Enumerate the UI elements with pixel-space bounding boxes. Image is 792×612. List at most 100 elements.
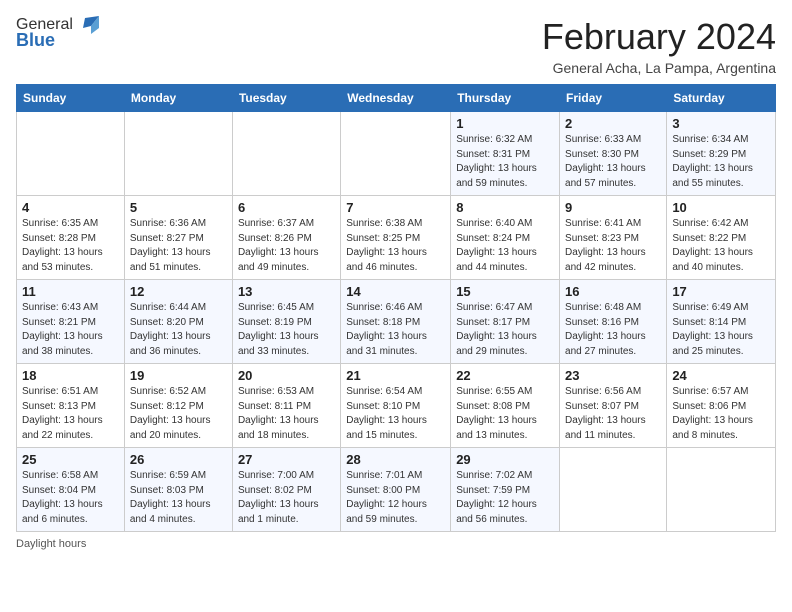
week-row-4: 18 Sunrise: 6:51 AM Sunset: 8:13 PM Dayli… (17, 364, 776, 448)
day-number: 2 (565, 116, 661, 131)
day-number: 15 (456, 284, 554, 299)
logo: General Blue (16, 16, 99, 51)
day-info: Sunrise: 6:34 AM Sunset: 8:29 PM Dayligh… (672, 133, 770, 191)
day-info: Sunrise: 6:45 AM Sunset: 8:19 PM Dayligh… (238, 301, 335, 359)
day-cell: 26 Sunrise: 6:59 AM Sunset: 8:03 PM Dayli… (124, 448, 232, 532)
day-cell: 17Sunrise: 6:49 AM Sunset: 8:14 PM Dayli… (667, 280, 776, 364)
day-info: Sunrise: 7:02 AM Sunset: 7:59 PM Dayligh… (456, 469, 554, 527)
day-info: Sunrise: 6:47 AM Sunset: 8:17 PM Dayligh… (456, 301, 554, 359)
day-info: Sunrise: 6:54 AM Sunset: 8:10 PM Dayligh… (346, 385, 445, 443)
week-row-5: 25Sunrise: 6:58 AM Sunset: 8:04 PM Dayli… (17, 448, 776, 532)
day-cell: 13Sunrise: 6:45 AM Sunset: 8:19 PM Dayli… (232, 280, 340, 364)
col-header-sunday: Sunday (17, 85, 125, 112)
day-number: 1 (456, 116, 554, 131)
day-cell: 22 Sunrise: 6:55 AM Sunset: 8:08 PM Dayli… (451, 364, 560, 448)
day-number: 19 (130, 368, 227, 383)
week-row-3: 11 Sunrise: 6:43 AM Sunset: 8:21 PM Dayli… (17, 280, 776, 364)
day-cell: 28Sunrise: 7:01 AM Sunset: 8:00 PM Dayli… (341, 448, 451, 532)
header-row: SundayMondayTuesdayWednesdayThursdayFrid… (17, 85, 776, 112)
day-info: Sunrise: 6:43 AM Sunset: 8:21 PM Dayligh… (22, 301, 119, 359)
day-number: 21 (346, 368, 445, 383)
day-number: 4 (22, 200, 119, 215)
day-cell: 1 Sunrise: 6:32 AM Sunset: 8:31 PM Daylig… (451, 112, 560, 196)
col-header-monday: Monday (124, 85, 232, 112)
day-number: 20 (238, 368, 335, 383)
day-info: Sunrise: 6:38 AM Sunset: 8:25 PM Dayligh… (346, 217, 445, 275)
week-row-1: 1 Sunrise: 6:32 AM Sunset: 8:31 PM Daylig… (17, 112, 776, 196)
day-cell: 19 Sunrise: 6:52 AM Sunset: 8:12 PM Dayli… (124, 364, 232, 448)
day-number: 23 (565, 368, 661, 383)
day-cell: 11 Sunrise: 6:43 AM Sunset: 8:21 PM Dayli… (17, 280, 125, 364)
daylight-label: Daylight hours (16, 538, 86, 550)
day-cell (232, 112, 340, 196)
day-info: Sunrise: 6:32 AM Sunset: 8:31 PM Dayligh… (456, 133, 554, 191)
day-cell: 4 Sunrise: 6:35 AM Sunset: 8:28 PM Daylig… (17, 196, 125, 280)
location-title: General Acha, La Pampa, Argentina (542, 60, 776, 76)
day-number: 14 (346, 284, 445, 299)
day-info: Sunrise: 6:40 AM Sunset: 8:24 PM Dayligh… (456, 217, 554, 275)
day-number: 8 (456, 200, 554, 215)
day-number: 18 (22, 368, 119, 383)
day-cell: 20 Sunrise: 6:53 AM Sunset: 8:11 PM Dayli… (232, 364, 340, 448)
day-info: Sunrise: 6:51 AM Sunset: 8:13 PM Dayligh… (22, 385, 119, 443)
day-cell: 16 Sunrise: 6:48 AM Sunset: 8:16 PM Dayli… (560, 280, 667, 364)
col-header-wednesday: Wednesday (341, 85, 451, 112)
day-cell: 24 Sunrise: 6:57 AM Sunset: 8:06 PM Dayli… (667, 364, 776, 448)
day-cell: 3 Sunrise: 6:34 AM Sunset: 8:29 PM Daylig… (667, 112, 776, 196)
title-area: February 2024 General Acha, La Pampa, Ar… (542, 16, 776, 76)
col-header-saturday: Saturday (667, 85, 776, 112)
week-row-2: 4 Sunrise: 6:35 AM Sunset: 8:28 PM Daylig… (17, 196, 776, 280)
day-info: Sunrise: 6:56 AM Sunset: 8:07 PM Dayligh… (565, 385, 661, 443)
logo-bird-icon (77, 16, 99, 34)
day-number: 3 (672, 116, 770, 131)
logo-blue: Blue (16, 30, 55, 51)
day-cell: 7 Sunrise: 6:38 AM Sunset: 8:25 PM Daylig… (341, 196, 451, 280)
day-cell (341, 112, 451, 196)
day-number: 26 (130, 452, 227, 467)
day-cell: 6 Sunrise: 6:37 AM Sunset: 8:26 PM Daylig… (232, 196, 340, 280)
day-number: 16 (565, 284, 661, 299)
footer-note: Daylight hours (16, 538, 776, 550)
day-cell: 29Sunrise: 7:02 AM Sunset: 7:59 PM Dayli… (451, 448, 560, 532)
month-title: February 2024 (542, 16, 776, 58)
day-cell: 21 Sunrise: 6:54 AM Sunset: 8:10 PM Dayli… (341, 364, 451, 448)
day-number: 7 (346, 200, 445, 215)
day-cell (560, 448, 667, 532)
day-cell: 14Sunrise: 6:46 AM Sunset: 8:18 PM Dayli… (341, 280, 451, 364)
day-info: Sunrise: 6:44 AM Sunset: 8:20 PM Dayligh… (130, 301, 227, 359)
day-info: Sunrise: 6:42 AM Sunset: 8:22 PM Dayligh… (672, 217, 770, 275)
day-number: 9 (565, 200, 661, 215)
day-number: 17 (672, 284, 770, 299)
day-cell: 23 Sunrise: 6:56 AM Sunset: 8:07 PM Dayli… (560, 364, 667, 448)
day-info: Sunrise: 6:57 AM Sunset: 8:06 PM Dayligh… (672, 385, 770, 443)
day-cell: 27Sunrise: 7:00 AM Sunset: 8:02 PM Dayli… (232, 448, 340, 532)
day-info: Sunrise: 6:33 AM Sunset: 8:30 PM Dayligh… (565, 133, 661, 191)
calendar-table: SundayMondayTuesdayWednesdayThursdayFrid… (16, 84, 776, 532)
day-cell: 18 Sunrise: 6:51 AM Sunset: 8:13 PM Dayli… (17, 364, 125, 448)
day-info: Sunrise: 6:35 AM Sunset: 8:28 PM Dayligh… (22, 217, 119, 275)
day-number: 22 (456, 368, 554, 383)
day-info: Sunrise: 6:55 AM Sunset: 8:08 PM Dayligh… (456, 385, 554, 443)
day-number: 5 (130, 200, 227, 215)
day-info: Sunrise: 6:48 AM Sunset: 8:16 PM Dayligh… (565, 301, 661, 359)
day-cell: 8 Sunrise: 6:40 AM Sunset: 8:24 PM Daylig… (451, 196, 560, 280)
day-cell: 15 Sunrise: 6:47 AM Sunset: 8:17 PM Dayli… (451, 280, 560, 364)
day-number: 11 (22, 284, 119, 299)
header: General Blue February 2024 General Acha,… (16, 16, 776, 76)
day-cell: 2 Sunrise: 6:33 AM Sunset: 8:30 PM Daylig… (560, 112, 667, 196)
day-info: Sunrise: 6:37 AM Sunset: 8:26 PM Dayligh… (238, 217, 335, 275)
day-number: 6 (238, 200, 335, 215)
day-info: Sunrise: 6:59 AM Sunset: 8:03 PM Dayligh… (130, 469, 227, 527)
day-info: Sunrise: 6:52 AM Sunset: 8:12 PM Dayligh… (130, 385, 227, 443)
day-cell: 9Sunrise: 6:41 AM Sunset: 8:23 PM Daylig… (560, 196, 667, 280)
day-cell (17, 112, 125, 196)
day-info: Sunrise: 6:58 AM Sunset: 8:04 PM Dayligh… (22, 469, 119, 527)
day-info: Sunrise: 6:36 AM Sunset: 8:27 PM Dayligh… (130, 217, 227, 275)
day-cell: 10 Sunrise: 6:42 AM Sunset: 8:22 PM Dayli… (667, 196, 776, 280)
day-number: 10 (672, 200, 770, 215)
day-info: Sunrise: 6:53 AM Sunset: 8:11 PM Dayligh… (238, 385, 335, 443)
day-info: Sunrise: 7:00 AM Sunset: 8:02 PM Dayligh… (238, 469, 335, 527)
day-info: Sunrise: 7:01 AM Sunset: 8:00 PM Dayligh… (346, 469, 445, 527)
day-cell: 12Sunrise: 6:44 AM Sunset: 8:20 PM Dayli… (124, 280, 232, 364)
day-number: 24 (672, 368, 770, 383)
